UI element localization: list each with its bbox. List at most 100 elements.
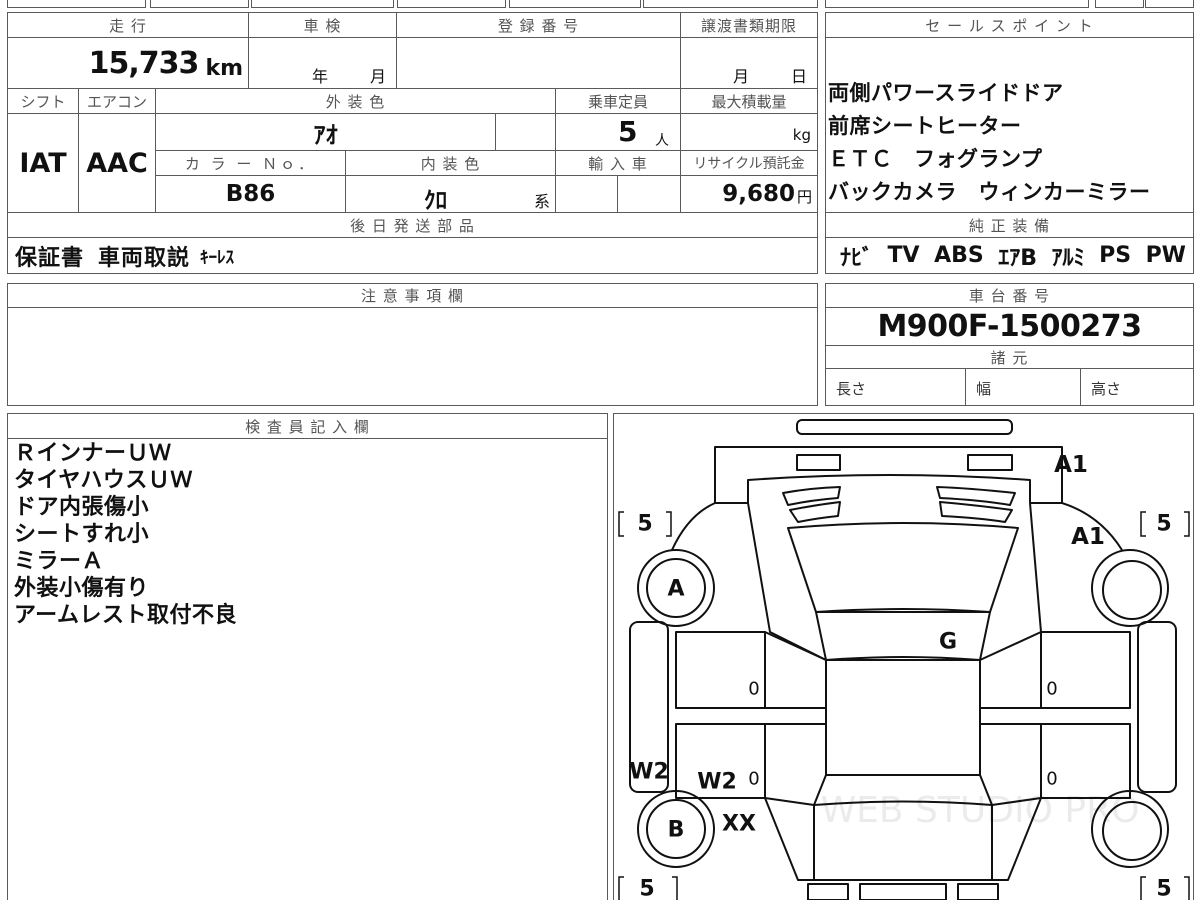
interior-color-value: ｸﾛ [424, 188, 447, 214]
bracket-icon [1184, 511, 1190, 537]
inspector-notes-header: 検 査 員 記 入 欄 [7, 413, 608, 439]
deadline-day-unit: 日 [791, 67, 808, 86]
recycle-deposit-value: 9,680 [722, 181, 795, 207]
spec-height-label: 高さ [1080, 368, 1194, 406]
seating-capacity-cell: 5 人 [555, 113, 681, 151]
tread-front-left: 5 [637, 512, 652, 537]
equipment-item: ABS [934, 243, 984, 268]
recycle-deposit-unit: 円 [796, 188, 812, 206]
later-part-item: 車両取説 [98, 245, 191, 271]
rear-plate [859, 883, 947, 900]
bracket-icon [1140, 876, 1146, 900]
seating-capacity-unit: 人 [655, 133, 669, 149]
mark-rear-left-wheel: B [668, 818, 685, 843]
tread-rear-left: 5 [639, 877, 654, 900]
rear-light-left [807, 883, 849, 900]
seating-capacity-header: 乗車定員 [555, 88, 681, 114]
bracket-icon [1184, 876, 1190, 900]
notes-header: 注 意 事 項 欄 [7, 283, 818, 308]
inspector-note-item: シートすれ小 [14, 522, 150, 547]
mark-left-rear-quarter: W2 [697, 770, 737, 795]
inspector-note-item: ミラーＡ [14, 549, 105, 574]
shaken-year-unit: 年 [312, 67, 329, 86]
mark-rear-left-panel: XX [722, 812, 756, 837]
left-rear-door-strip [764, 723, 826, 806]
bracket-icon [1140, 511, 1146, 537]
mark-left-side-sill: W2 [629, 760, 669, 785]
exterior-color-header: 外 装 色 [155, 88, 556, 114]
equipment-item: ｴｱB [998, 245, 1038, 271]
interior-color-cell: ｸﾛ 系 [345, 175, 556, 214]
imported-header: 輸 入 車 [555, 150, 681, 176]
top-strip-box [251, 0, 394, 8]
interior-color-header: 内 装 色 [345, 150, 556, 176]
notes-body [7, 307, 818, 406]
tread-front-right: 5 [1156, 512, 1171, 537]
exterior-color-extra-cell [495, 113, 556, 151]
later-part-item: 保証書 [15, 245, 85, 271]
sales-point-item: 両側パワースライドドア [828, 81, 1064, 105]
top-strip-box [150, 0, 249, 8]
seating-capacity-value: 5 [618, 115, 638, 148]
equipment-item: PS [1099, 243, 1132, 268]
equipment-item: ｱﾙﾐ [1051, 245, 1085, 271]
mark-hood-right: A1 [1054, 452, 1088, 478]
inspector-notes-body: ＲインナーＵＷ タイヤハウスＵＷ ドア内張傷小 シートすれ小 ミラーＡ 外装小傷… [7, 438, 608, 900]
inspector-note-item: 外装小傷有り [14, 576, 150, 601]
top-strip-box [7, 0, 146, 8]
headlight-left [796, 454, 841, 471]
roof-outline [825, 659, 981, 776]
hood-outline [747, 474, 1031, 503]
top-strip-box [643, 0, 818, 8]
top-strip-box [397, 0, 506, 8]
roof-front-outline [815, 611, 991, 661]
inspector-note-item: タイヤハウスＵＷ [14, 468, 193, 493]
mileage-value: 15,733 [88, 46, 200, 81]
bracket-icon [672, 876, 678, 900]
factory-equipment-list: ﾅﾋﾞ TV ABS ｴｱB ｱﾙﾐ PS PW [825, 237, 1194, 274]
sales-point-item: ＥＴＣ フォグランプ [828, 147, 1043, 171]
chassis-number-header: 車 台 番 号 [825, 283, 1194, 308]
transfer-deadline-cell: 月 日 [680, 37, 818, 89]
shaken-header: 車 検 [248, 12, 397, 38]
spec-width-label: 幅 [965, 368, 1081, 406]
chassis-number-value: M900F-1500273 [825, 307, 1194, 346]
top-strip-box [825, 0, 1089, 8]
factory-equipment-header: 純 正 装 備 [825, 212, 1194, 238]
bracket-icon [666, 511, 672, 537]
spec-length-label: 長さ [825, 368, 966, 406]
registration-number-cell [396, 37, 681, 89]
rear-light-right [957, 883, 999, 900]
sales-point-item: バックカメラ ウィンカーミラー [828, 180, 1151, 204]
max-load-cell: kg [680, 113, 818, 151]
max-load-header: 最大積載量 [680, 88, 818, 114]
car-condition-diagram: WEB STUDIO PRO 5 5 5 5 A1 A1 A G 0 0 0 0… [618, 419, 1190, 900]
windshield-outline [787, 522, 1019, 613]
top-strip-box [509, 0, 641, 8]
aircon-header: エアコン [78, 88, 156, 114]
top-strip-box [1145, 0, 1194, 8]
equipment-item: TV [887, 243, 920, 268]
inspector-note-item: アームレスト取付不良 [14, 603, 238, 628]
bracket-icon [618, 876, 624, 900]
exterior-color-value: ｱｵ [155, 113, 496, 151]
tread-rear-right: 5 [1156, 877, 1171, 900]
wiper-right [939, 501, 1013, 523]
later-shipping-parts-header: 後 日 発 送 部 品 [7, 212, 818, 238]
left-door-strip [764, 631, 827, 709]
front-bumper-outline [796, 419, 1013, 435]
bracket-icon [618, 511, 624, 537]
sales-points-list: 両側パワースライドドア 前席シートヒーター ＥＴＣ フォグランプ バックカメラ … [825, 37, 1194, 213]
mark-right-front-door: 0 [1046, 679, 1057, 700]
mileage-header: 走 行 [7, 12, 249, 38]
mark-front-left-wheel: A [667, 577, 684, 602]
front-right-wheel [1102, 560, 1162, 620]
equipment-item: PW [1145, 243, 1186, 268]
transfer-deadline-header: 譲渡書類期限 [680, 12, 818, 38]
equipment-item: ﾅﾋﾞ [840, 245, 874, 271]
mark-left-front-door: 0 [748, 679, 759, 700]
diagram-watermark: WEB STUDIO PRO [821, 790, 1140, 831]
imported-cell [555, 175, 618, 213]
deadline-month-unit: 月 [733, 67, 750, 86]
registration-number-header: 登 録 番 号 [396, 12, 681, 38]
